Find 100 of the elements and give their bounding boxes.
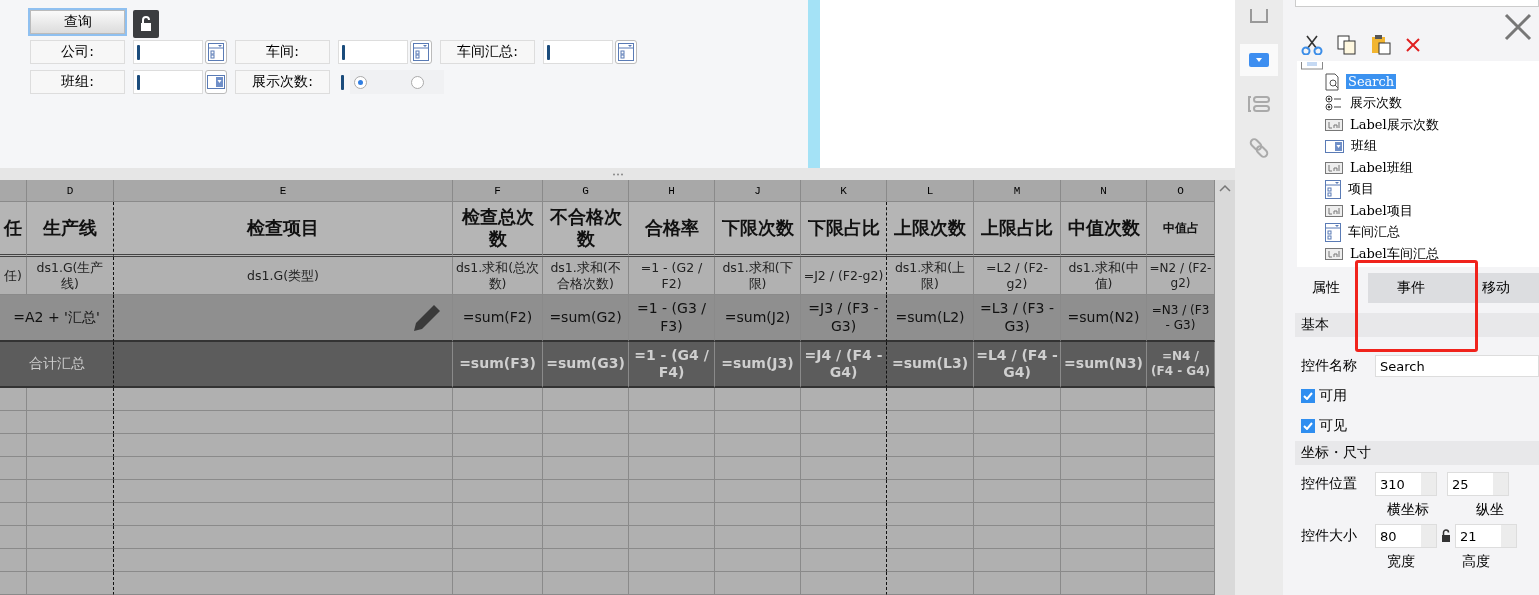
table-cell [0, 388, 27, 411]
column-header[interactable]: J [715, 180, 801, 202]
sidebar-button[interactable] [1240, 44, 1278, 76]
tab[interactable]: 移动 [1453, 273, 1539, 303]
field-caption: 高度 [1462, 553, 1490, 571]
tree-item[interactable]: 班组 [1349, 137, 1379, 156]
table-cell: ds1.求和(不合格次数) [543, 257, 629, 295]
field-label: 控件名称 [1301, 357, 1357, 375]
input-field[interactable] [1295, 0, 1539, 7]
table-cell: 检查总次数 [453, 202, 543, 257]
table-cell: 合格率 [629, 202, 715, 257]
scroll-up-icon[interactable] [1219, 184, 1231, 192]
table-cell: =L3 / (F3 - G3) [974, 295, 1061, 342]
dropdown-icon[interactable] [1249, 53, 1269, 67]
query-button[interactable]: 查询 [30, 10, 125, 34]
table-cell: 中值次数 [1061, 202, 1147, 257]
table-cell [0, 411, 27, 434]
table-cell [1147, 480, 1215, 503]
table-cell: 上限次数 [887, 202, 974, 257]
radio-button[interactable] [354, 75, 367, 89]
label-icon [1325, 118, 1343, 131]
table-cell [1147, 434, 1215, 457]
column-header[interactable]: N [1061, 180, 1147, 202]
column-header[interactable]: E [114, 180, 453, 202]
unlock-icon[interactable] [1441, 529, 1451, 543]
column-header[interactable]: D [27, 180, 114, 202]
column-header[interactable]: F [453, 180, 543, 202]
unlock-icon[interactable] [133, 10, 159, 38]
height-spinner[interactable]: 21 [1455, 524, 1517, 548]
input-field[interactable] [543, 40, 613, 64]
tree-item[interactable]: 展示次数 [1348, 94, 1404, 113]
copy-icon[interactable] [1337, 35, 1357, 55]
tree-item[interactable]: 车间汇总 [1346, 223, 1402, 242]
tree-item[interactable]: Label车间汇总 [1348, 244, 1441, 263]
table-cell: =sum(N3) [1061, 342, 1147, 388]
link-icon[interactable] [1249, 138, 1269, 158]
radio-list-icon [1325, 95, 1343, 112]
table-cell: 检查项目 [114, 202, 453, 257]
table-cell: 中值占 [1147, 202, 1215, 257]
table-cell: =J2 / (F2-g2) [801, 257, 887, 295]
column-header[interactable]: H [629, 180, 715, 202]
table-cell: =N3 / (F3 - G3) [1147, 295, 1215, 342]
table-cell: =sum(J3) [715, 342, 801, 388]
dropdown-button[interactable] [205, 70, 227, 94]
checkbox[interactable] [1301, 419, 1315, 433]
column-header[interactable]: G [543, 180, 629, 202]
table-cell [0, 526, 27, 549]
table-cell: 合计汇总 [0, 342, 114, 388]
table-cell: 下限占比 [801, 202, 887, 257]
input-field[interactable] [133, 40, 203, 64]
table-cell: =sum(F3) [453, 342, 543, 388]
table-cell [0, 572, 27, 595]
checkbox-label: 可见 [1319, 417, 1347, 435]
paste-icon[interactable] [1371, 35, 1391, 55]
checkbox[interactable] [1301, 389, 1315, 403]
table-cell: ds1.G(类型) [114, 257, 453, 295]
tree-item[interactable]: 项目 [1346, 180, 1376, 199]
table-cell [1147, 411, 1215, 434]
tree-item[interactable]: Label展示次数 [1348, 115, 1441, 134]
close-icon[interactable] [1503, 12, 1533, 42]
page-icon[interactable] [1250, 9, 1268, 23]
field-label: 班组: [30, 70, 125, 94]
table-cell: =sum(G3) [543, 342, 629, 388]
x-spinner[interactable]: 310 [1375, 472, 1437, 496]
table-cell: 上限占比 [974, 202, 1061, 257]
column-header[interactable]: L [887, 180, 974, 202]
cut-icon[interactable] [1301, 35, 1323, 55]
input-field[interactable] [133, 70, 203, 94]
table-cell: =N4 / (F4 - G4) [1147, 342, 1215, 388]
input-field[interactable] [338, 40, 408, 64]
delete-icon[interactable] [1405, 37, 1421, 53]
table-cell: ds1.G(生产线) [27, 257, 114, 295]
tree-item[interactable]: Label班组 [1348, 158, 1415, 177]
radio-button[interactable] [411, 75, 424, 89]
table-cell: =sum(G2) [543, 295, 629, 342]
dropdown-icon [1325, 139, 1344, 153]
grip-icon[interactable] [611, 172, 624, 176]
tree-item[interactable]: Label项目 [1348, 201, 1415, 220]
tree-picker-button[interactable] [615, 40, 637, 64]
width-spinner[interactable]: 80 [1375, 524, 1437, 548]
table-cell: =1 - (G3 / F3) [629, 295, 715, 342]
table-cell: =sum(L3) [887, 342, 974, 388]
table-cell: =sum(N2) [1061, 295, 1147, 342]
table-cell: =sum(J2) [715, 295, 801, 342]
column-header[interactable]: K [801, 180, 887, 202]
table-cell: ds1.求和(中值) [1061, 257, 1147, 295]
table-cell: =L2 / (F2-g2) [974, 257, 1061, 295]
tree-picker-button[interactable] [205, 40, 227, 64]
table-cell: 下限次数 [715, 202, 801, 257]
name-field[interactable]: Search [1375, 355, 1539, 377]
column-header[interactable]: O [1147, 180, 1215, 202]
table-cell: =J3 / (F3 - G3) [801, 295, 887, 342]
tree-picker-button[interactable] [410, 40, 432, 64]
table-cell: =1 - (G2 / F2) [629, 257, 715, 295]
tab[interactable]: 事件 [1368, 273, 1454, 303]
table-cell: =1 - (G4 / F4) [629, 342, 715, 388]
table-cell: =sum(L2) [887, 295, 974, 342]
column-header[interactable]: M [974, 180, 1061, 202]
layout-icon[interactable] [1248, 96, 1270, 112]
y-spinner[interactable]: 25 [1447, 472, 1509, 496]
